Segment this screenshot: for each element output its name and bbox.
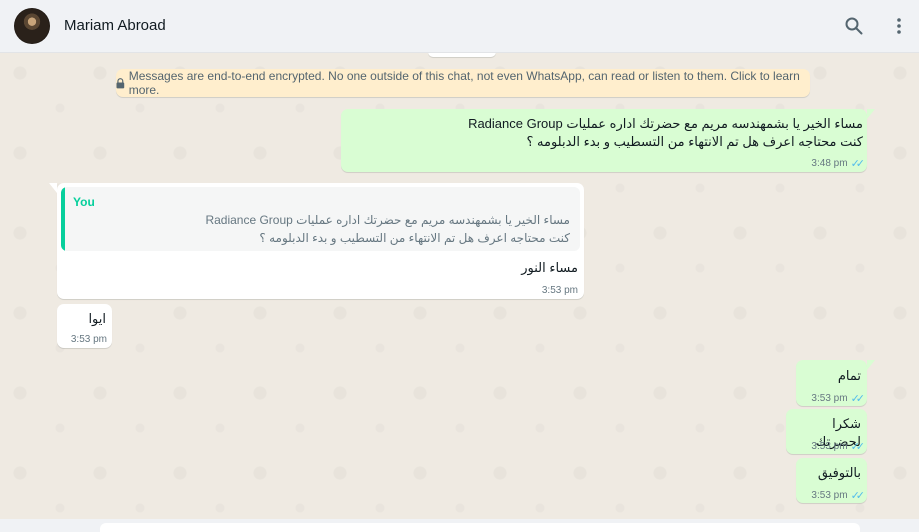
message-meta: 3:53 pm ✓✓ (811, 440, 866, 453)
chat-header: Mariam Abroad (0, 0, 919, 53)
search-icon (845, 17, 863, 35)
date-divider (428, 53, 496, 57)
read-ticks-icon: ✓✓ (850, 158, 866, 170)
read-ticks-icon: ✓✓ (850, 393, 866, 405)
message-time: 3:53 pm (811, 393, 848, 404)
message-time: 3:53 pm (541, 285, 578, 296)
lock-icon (116, 77, 125, 88)
quote-author: You (73, 195, 95, 209)
menu-button[interactable] (887, 14, 911, 38)
message-text: بالتوفيق (817, 465, 861, 480)
contact-avatar[interactable] (14, 8, 50, 44)
message-bubble-outgoing[interactable]: بالتوفيق 3:53 pm ✓✓ (796, 458, 867, 503)
message-bubble-outgoing[interactable]: شكرا لحضرتك 3:53 pm ✓✓ (786, 409, 867, 454)
read-ticks-icon: ✓✓ (850, 441, 866, 453)
read-ticks-icon: ✓✓ (850, 490, 866, 502)
message-meta: 3:53 pm (542, 285, 578, 296)
message-bubble-incoming[interactable]: ايوا 3:53 pm (57, 304, 112, 348)
message-bubble-outgoing[interactable]: مساء الخير يا بشمهندسه مريم مع حضرتك ادا… (341, 109, 875, 172)
encryption-notice[interactable]: Messages are end-to-end encrypted. No on… (116, 69, 810, 97)
message-meta: 3:48 pm ✓✓ (811, 157, 866, 170)
message-meta: 3:53 pm (71, 334, 107, 345)
search-button[interactable] (842, 14, 866, 38)
message-meta: 3:53 pm ✓✓ (811, 489, 866, 502)
message-meta: 3:53 pm ✓✓ (811, 392, 866, 405)
message-text: ايوا (88, 311, 106, 326)
message-bubble-incoming[interactable]: You مساء الخير يا بشمهندسه مريم مع حضرتك… (49, 183, 584, 299)
contact-name[interactable]: Mariam Abroad (64, 17, 166, 34)
composer-bar (0, 519, 919, 532)
quote-accent-bar (61, 187, 65, 251)
encryption-notice-text: Messages are end-to-end encrypted. No on… (128, 69, 800, 97)
message-text: تمام (837, 368, 861, 383)
quoted-message[interactable]: You مساء الخير يا بشمهندسه مريم مع حضرتك… (61, 187, 580, 251)
quote-text: مساء الخير يا بشمهندسه مريم مع حضرتك ادا… (205, 213, 570, 245)
message-text: مساء الخير يا بشمهندسه مريم مع حضرتك ادا… (468, 116, 863, 149)
message-time: 3:53 pm (811, 441, 848, 452)
message-bubble-outgoing[interactable]: تمام 3:53 pm ✓✓ (796, 360, 875, 406)
message-time: 3:53 pm (70, 334, 107, 345)
message-list[interactable]: Messages are end-to-end encrypted. No on… (0, 53, 919, 519)
message-time: 3:48 pm (811, 158, 848, 169)
menu-icon (897, 18, 901, 34)
message-text: مساء النور (521, 260, 578, 275)
message-time: 3:53 pm (811, 490, 848, 501)
message-input[interactable] (100, 523, 860, 532)
